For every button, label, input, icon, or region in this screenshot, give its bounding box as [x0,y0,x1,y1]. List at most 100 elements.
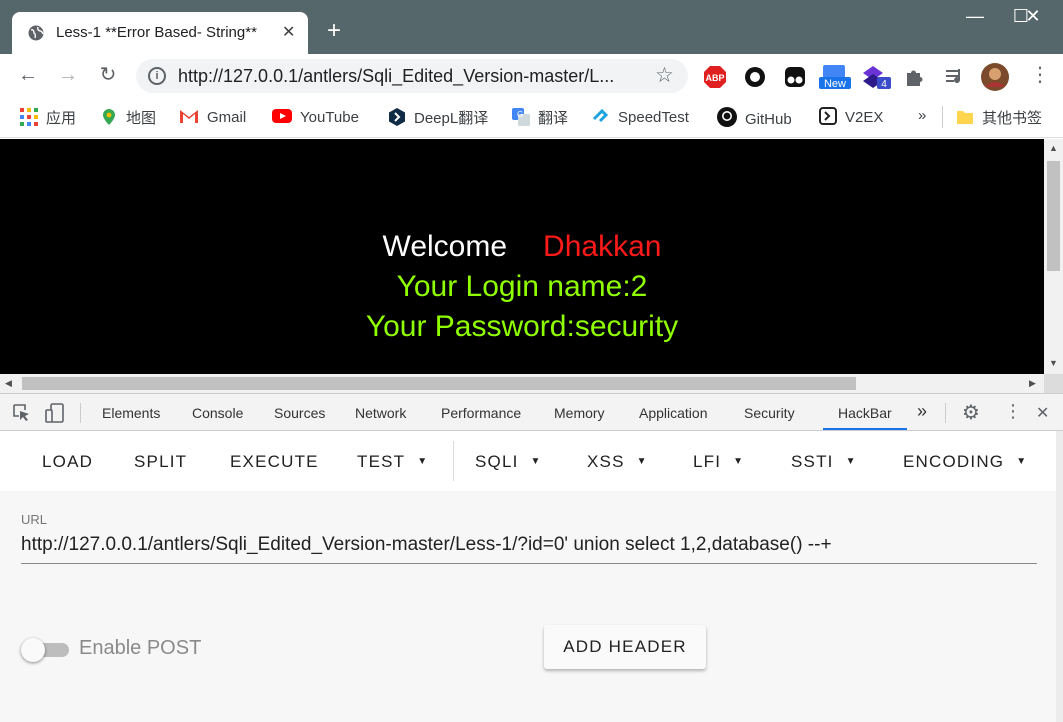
gmail-icon [180,110,198,123]
execute-button[interactable]: EXECUTE [230,452,319,472]
scrollbar-thumb[interactable] [1047,161,1060,271]
bookmark-maps[interactable]: 地图 [100,107,156,129]
tab-console[interactable]: Console [192,405,243,421]
scrollbar-corner [1044,374,1063,393]
puzzle-icon[interactable] [903,65,927,89]
inspect-element-icon[interactable] [13,404,31,422]
chevron-down-icon: ▼ [845,456,857,467]
forward-button[interactable]: → [56,64,80,88]
bookmark-label: 翻译 [538,110,569,127]
bookmark-label: Gmail [207,109,247,126]
bookmark-youtube[interactable]: YouTube [272,107,359,129]
new-extension-icon[interactable]: New [819,65,851,89]
page-horizontal-scrollbar[interactable]: ◀ ▶ [0,374,1044,393]
close-window-button[interactable]: ✕ [1010,6,1056,27]
bookmarks-bar: 应用 地图 Gmail YouTube DeepL翻译 G 翻译 SpeedTe… [0,98,1063,138]
translate-icon: G [512,108,530,126]
enable-post-toggle[interactable] [21,638,69,662]
page-vertical-scrollbar[interactable]: ▲ ▼ [1044,139,1063,374]
tab-title: Less-1 **Error Based- String** [56,24,257,41]
bookmark-other-folder[interactable]: 其他书签 [956,107,1042,129]
toolbar-divider [80,403,81,423]
profile-avatar[interactable] [981,63,1009,91]
bookmark-speedtest[interactable]: SpeedTest [592,107,689,129]
svg-text:New: New [824,78,846,89]
tab-performance[interactable]: Performance [441,405,521,421]
bookmark-deepl[interactable]: DeepL翻译 [388,107,488,129]
bookmarks-overflow-button[interactable]: » [918,107,926,129]
tab-memory[interactable]: Memory [554,405,605,421]
toolbar-divider [945,403,946,423]
load-button[interactable]: LOAD [42,452,93,472]
chevron-down-icon: ▼ [530,456,542,467]
toggle-knob [21,638,45,662]
split-button[interactable]: SPLIT [134,452,187,472]
tab-application[interactable]: Application [639,405,708,421]
site-info-icon[interactable]: i [148,67,166,85]
devtools-close-icon[interactable]: ✕ [1036,403,1049,423]
add-header-button[interactable]: ADD HEADER [544,625,706,669]
tab-sources[interactable]: Sources [274,405,325,421]
enable-post-label: Enable POST [79,637,202,659]
browser-tab[interactable]: Less-1 **Error Based- String** ✕ [12,12,308,54]
tampermonkey-icon[interactable] [783,65,807,89]
back-button[interactable]: ← [16,64,40,88]
tab-security[interactable]: Security [744,405,795,421]
address-url[interactable]: http://127.0.0.1/antlers/Sqli_Edited_Ver… [178,66,638,87]
ssti-dropdown[interactable]: SSTI ▼ [791,452,857,472]
encoding-dropdown[interactable]: ENCODING ▼ [903,452,1027,472]
scroll-up-arrow-icon[interactable]: ▲ [1049,143,1058,153]
xss-dropdown[interactable]: XSS ▼ [587,452,648,472]
minimize-button[interactable]: — [952,6,998,27]
toolbar-divider [453,441,454,481]
scroll-down-arrow-icon[interactable]: ▼ [1049,358,1058,368]
tab-close-icon[interactable]: ✕ [282,22,295,42]
reload-button[interactable]: ↻ [96,64,120,88]
encoding-label: ENCODING [903,452,1005,471]
test-label: TEST [357,452,406,471]
hackbar-scrollbar[interactable] [1056,431,1063,722]
settings-gear-icon[interactable]: ⚙ [962,400,980,425]
folder-icon [957,111,973,124]
sqli-dropdown[interactable]: SQLI ▼ [475,452,542,472]
youtube-icon [272,109,292,123]
tab-elements[interactable]: Elements [102,405,160,421]
bookmark-gmail[interactable]: Gmail [179,107,246,129]
bookmark-github[interactable]: GitHub [717,107,792,129]
bookmark-label: 地图 [126,110,157,127]
bookmark-v2ex[interactable]: V2EX [819,107,883,129]
bookmark-label: 应用 [46,110,77,127]
globe-icon [28,25,44,41]
adblock-plus-icon[interactable]: ABP [703,65,727,89]
url-label: URL [21,512,48,527]
password-text: Your Password:security [365,310,679,343]
new-tab-button[interactable]: + [327,19,341,43]
bookmark-apps[interactable]: 应用 [20,107,76,129]
url-input[interactable]: http://127.0.0.1/antlers/Sqli_Edited_Ver… [21,534,1037,564]
more-tabs-button[interactable]: » [917,401,927,422]
devtools-menu-icon[interactable]: ⋮ [1004,401,1022,422]
browser-menu-button[interactable]: ⋮ [1028,64,1052,88]
scroll-left-arrow-icon[interactable]: ◀ [5,378,12,389]
bookmark-label: V2EX [845,109,884,126]
tab-network[interactable]: Network [355,405,406,421]
media-control-icon[interactable] [943,65,967,89]
bookmark-star-icon[interactable]: ☆ [655,63,674,88]
hackbar-extension-icon[interactable]: 4 [863,65,893,89]
bookmark-label: SpeedTest [618,109,689,126]
scrollbar-thumb[interactable] [22,377,856,390]
test-dropdown[interactable]: TEST ▼ [357,452,428,472]
v2ex-icon [819,107,837,125]
tab-hackbar[interactable]: HackBar [838,405,892,421]
circle-extension-icon[interactable] [743,65,767,89]
user-name: Dhakkan [543,230,662,263]
bookmark-translate[interactable]: G 翻译 [512,107,568,129]
address-bar[interactable]: i http://127.0.0.1/antlers/Sqli_Edited_V… [136,59,688,93]
ssti-label: SSTI [791,452,834,471]
navigation-bar: ← → ↻ i http://127.0.0.1/antlers/Sqli_Ed… [0,54,1063,98]
bookmark-label: DeepL翻译 [414,110,489,127]
welcome-line: Welcome Dhakkan [0,229,1044,265]
scroll-right-arrow-icon[interactable]: ▶ [1029,378,1036,389]
device-toolbar-icon[interactable] [45,403,65,423]
lfi-dropdown[interactable]: LFI ▼ [693,452,744,472]
